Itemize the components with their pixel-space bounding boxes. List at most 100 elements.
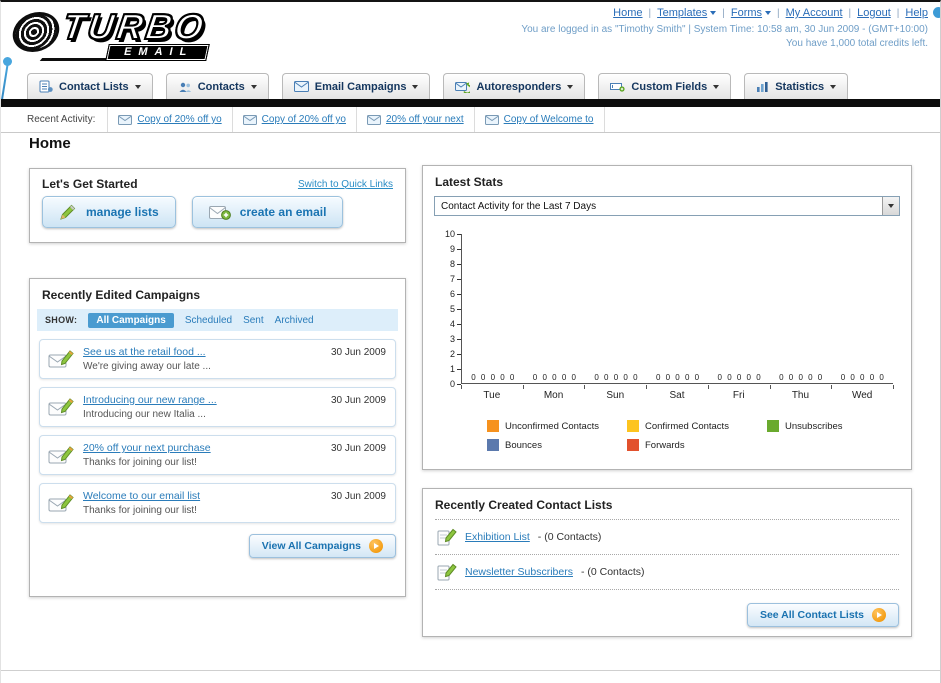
recent-activity-item[interactable]: Copy of Welcome to — [473, 107, 605, 132]
top-link-templates[interactable]: Templates — [657, 7, 707, 19]
tab-sent[interactable]: Sent — [243, 315, 264, 326]
main-nav: Contact Lists Contacts Email Campaigns A… — [1, 71, 940, 99]
footer-divider — [1, 670, 940, 671]
tab-all-campaigns[interactable]: All Campaigns — [88, 312, 174, 328]
manage-lists-label: manage lists — [86, 205, 159, 219]
contact-lists-title: Recently Created Contact Lists — [435, 498, 613, 512]
nav-tab-contact-lists[interactable]: Contact Lists — [27, 73, 153, 99]
campaign-list-item[interactable]: Welcome to our email list Thanks for joi… — [39, 483, 396, 523]
chart-y-tick: 9 — [450, 244, 461, 254]
see-all-contact-lists-button[interactable]: See All Contact Lists — [746, 603, 899, 627]
campaign-title-link[interactable]: 20% off your next purchase — [83, 442, 211, 454]
legend-item: Bounces — [487, 439, 627, 451]
nav-tab-autoresponders[interactable]: Autoresponders — [443, 73, 586, 99]
top-header: TURBO EMAIL Home Templates Forms My Acco… — [1, 2, 940, 110]
top-link-logout[interactable]: Logout — [857, 7, 891, 19]
app-logo: TURBO EMAIL — [9, 5, 291, 64]
envelope-pencil-icon — [48, 446, 74, 464]
nav-tab-email-campaigns[interactable]: Email Campaigns — [281, 73, 431, 99]
chart-x-tick-label: Fri — [732, 390, 745, 401]
chart-value-group: 0 0 0 0 0 — [532, 373, 576, 382]
nav-tab-statistics[interactable]: Statistics — [744, 73, 849, 99]
chart-y-tick: 10 — [445, 229, 461, 239]
chart-y-tick: 0 — [450, 379, 461, 389]
autoresponders-icon — [455, 81, 471, 93]
stats-range-select[interactable]: Contact Activity for the Last 7 Days — [434, 196, 900, 216]
legend-swatch — [487, 439, 499, 451]
campaign-subtitle: Thanks for joining our list! — [83, 457, 197, 468]
pencil-icon — [60, 204, 76, 220]
nav-tab-label: Email Campaigns — [314, 80, 407, 93]
contact-list-link[interactable]: Newsletter Subscribers — [465, 566, 573, 578]
chart-x-tick-label: Tue — [483, 390, 501, 401]
recent-activity-item[interactable]: 20% off your next — [355, 107, 474, 132]
nav-tab-label: Custom Fields — [631, 80, 708, 93]
campaign-list-item[interactable]: 20% off your next purchase Thanks for jo… — [39, 435, 396, 475]
chart-value-group: 0 0 0 0 0 — [655, 373, 700, 382]
chevron-down-icon — [830, 84, 837, 89]
recent-activity-link[interactable]: Copy of 20% off yo — [262, 114, 346, 125]
switch-to-quick-links[interactable]: Switch to Quick Links — [298, 179, 393, 190]
custom-fields-icon — [610, 83, 626, 92]
recent-activity-link[interactable]: 20% off your next — [386, 114, 464, 125]
email-icon — [242, 114, 257, 125]
nav-tab-label: Autoresponders — [476, 80, 562, 93]
chart-y-tick: 6 — [450, 289, 461, 299]
get-started-title: Let's Get Started — [42, 177, 138, 191]
campaign-date: 30 Jun 2009 — [330, 443, 386, 454]
recent-activity-item[interactable]: Copy of 20% off yo — [107, 107, 231, 132]
campaign-title-link[interactable]: Introducing our new range ... — [83, 394, 217, 406]
chart-x-tick-label: Mon — [543, 390, 564, 401]
campaign-date: 30 Jun 2009 — [330, 347, 386, 358]
nav-tab-custom-fields[interactable]: Custom Fields — [598, 73, 732, 99]
contact-list-item[interactable]: Newsletter Subscribers - (0 Contacts) — [435, 554, 899, 590]
manage-lists-button[interactable]: manage lists — [42, 196, 176, 228]
recent-activity-link[interactable]: Copy of 20% off yo — [137, 114, 221, 125]
legend-swatch — [627, 439, 639, 451]
top-link-forms[interactable]: Forms — [731, 7, 762, 19]
legend-swatch — [767, 420, 779, 432]
chevron-down-icon — [710, 11, 717, 15]
campaign-list-item[interactable]: See us at the retail food ... We're givi… — [39, 339, 396, 379]
nav-tab-label: Statistics — [775, 80, 825, 93]
contact-list-count: - (0 Contacts) — [537, 531, 602, 543]
contact-lists-icon — [39, 80, 53, 93]
create-email-button[interactable]: create an email — [191, 196, 344, 228]
chart-x-tick-mark — [584, 385, 586, 389]
top-link-help[interactable]: Help — [905, 7, 928, 19]
login-info: You are logged in as "Timothy Smith" | S… — [521, 24, 928, 35]
chevron-down-icon — [250, 84, 257, 89]
campaign-title-link[interactable]: See us at the retail food ... — [83, 346, 211, 358]
logo-title: TURBO — [59, 5, 210, 48]
logo-swirl-icon — [9, 12, 63, 52]
legend-item: Confirmed Contacts — [627, 420, 767, 432]
legend-swatch — [487, 420, 499, 432]
chevron-down-icon — [888, 204, 894, 208]
legend-item: Unconfirmed Contacts — [487, 420, 627, 432]
chart-x-tick-mark — [893, 385, 894, 389]
chart-y-tick: 7 — [450, 274, 461, 284]
contact-list-link[interactable]: Exhibition List — [465, 531, 530, 543]
chart-y-tick: 2 — [450, 349, 461, 359]
top-link-home[interactable]: Home — [613, 7, 642, 19]
chart-x-tick-label: Thu — [791, 390, 810, 401]
view-all-campaigns-button[interactable]: View All Campaigns — [248, 534, 396, 558]
contact-lists-panel: Recently Created Contact Lists Exhibitio… — [422, 488, 912, 637]
chart-x-tick-label: Sat — [669, 390, 685, 401]
arrow-circle-icon — [872, 608, 886, 622]
tab-archived[interactable]: Archived — [275, 315, 314, 326]
list-pencil-icon — [437, 528, 457, 546]
campaign-title-link[interactable]: Welcome to our email list — [83, 490, 200, 502]
nav-tab-contacts[interactable]: Contacts — [165, 73, 269, 99]
recent-activity-item[interactable]: Copy of 20% off yo — [231, 107, 356, 132]
campaign-subtitle: Thanks for joining our list! — [83, 505, 197, 516]
chevron-down-icon — [765, 11, 772, 15]
chart-value-group: 0 0 0 0 0 — [717, 373, 761, 382]
top-link-my-account[interactable]: My Account — [786, 7, 843, 19]
select-arrow[interactable] — [882, 197, 899, 215]
contact-list-item[interactable]: Exhibition List - (0 Contacts) — [435, 519, 899, 554]
recent-activity-link[interactable]: Copy of Welcome to — [504, 114, 594, 125]
envelope-plus-icon — [208, 205, 231, 220]
campaign-list-item[interactable]: Introducing our new range ... Introducin… — [39, 387, 396, 427]
tab-scheduled[interactable]: Scheduled — [185, 315, 232, 326]
